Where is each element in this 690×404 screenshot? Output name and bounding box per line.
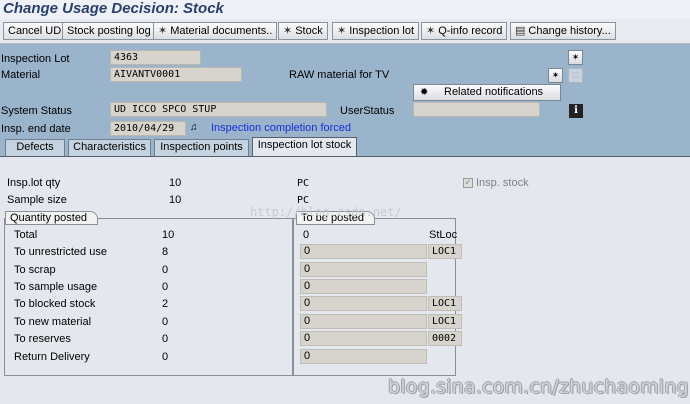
insp-lot-qty-unit: PC xyxy=(297,178,310,189)
watermark: blog.sina.com.cn/zhuchaoming xyxy=(388,376,689,398)
row-stloc-reserves[interactable]: 0002 xyxy=(428,331,462,346)
row-topost-new-material[interactable]: 0 xyxy=(300,314,427,329)
checkmark-icon: ✓ xyxy=(463,178,473,188)
row-label-blocked: To blocked stock xyxy=(14,298,96,310)
inspection-lot-label: Inspection lot xyxy=(349,25,415,37)
application-toolbar: Cancel UD Stock posting log ✶ Material do… xyxy=(0,19,690,44)
related-notifications-button[interactable]: ✹ Related notifications xyxy=(413,84,561,101)
material-label: Material xyxy=(1,69,41,81)
tab-label: Characteristics xyxy=(73,141,146,153)
row-label-scrap: To scrap xyxy=(14,264,56,276)
row-posted-new-material: 0 xyxy=(162,316,169,328)
tab-label: Defects xyxy=(16,141,54,153)
insp-end-date-field: 2010/04/29 xyxy=(110,121,186,136)
bell-icon: ♫ xyxy=(190,122,198,133)
insp-stock-checkbox: ✓ Insp. stock xyxy=(463,177,529,189)
q-info-record-label: Q-info record xyxy=(438,25,503,37)
insp-stock-label: Insp. stock xyxy=(476,177,529,189)
row-label-return-delivery: Return Delivery xyxy=(14,351,90,363)
row-label-total: Total xyxy=(14,229,38,241)
tab-label: Inspection points xyxy=(160,141,243,153)
row-label-sample-usage: To sample usage xyxy=(14,281,98,293)
display-lot-button[interactable]: ✶ xyxy=(568,50,583,65)
row-label-reserves: To reserves xyxy=(14,333,71,345)
row-posted-unrestricted: 8 xyxy=(162,246,169,258)
row-posted-total: 10 xyxy=(162,229,175,241)
watermark-mid: http://blog.csdn.net/ xyxy=(250,205,402,219)
row-topost-unrestricted[interactable]: 0 xyxy=(300,244,427,259)
row-stloc-blocked[interactable]: LOC1 xyxy=(428,296,462,311)
stock-label: Stock xyxy=(295,25,323,37)
glasses-icon: ✶ xyxy=(283,25,293,37)
row-posted-blocked: 2 xyxy=(162,298,169,310)
glasses-icon: ✶ xyxy=(426,25,436,37)
history-icon: ▤ xyxy=(515,25,526,37)
title-bar: Change Usage Decision: Stock xyxy=(0,0,690,19)
material-documents-label: Material documents.. xyxy=(170,25,273,37)
row-topost-scrap[interactable]: 0 xyxy=(300,262,427,277)
row-label-new-material: To new material xyxy=(14,316,92,328)
material-field[interactable]: AIVANTV0001 xyxy=(110,67,242,82)
glasses-icon: ✶ xyxy=(571,52,580,62)
user-status-label: UserStatus xyxy=(340,105,395,117)
system-status-field: UD ICCO SPCO STUP xyxy=(110,102,327,117)
tab-inspection-points[interactable]: Inspection points xyxy=(154,139,249,156)
q-info-record-button[interactable]: ✶ Q-info record xyxy=(421,22,508,40)
change-history-button[interactable]: ▤ Change history... xyxy=(510,22,616,40)
row-topost-reserves[interactable]: 0 xyxy=(300,331,427,346)
row-stloc-new-material[interactable]: LOC1 xyxy=(428,314,462,329)
stock-button[interactable]: ✶ Stock xyxy=(278,22,328,40)
user-status-field xyxy=(413,102,540,117)
insp-lot-qty-value: 10 xyxy=(169,177,182,189)
related-notifications-label: Related notifications xyxy=(444,86,544,98)
system-status-label: System Status xyxy=(1,105,72,117)
display-material-button[interactable]: ✶ xyxy=(548,68,563,83)
material-documents-button[interactable]: ✶ Material documents.. xyxy=(153,22,278,40)
inspection-lot-button[interactable]: ✶ Inspection lot xyxy=(332,22,420,40)
glasses-icon: ✶ xyxy=(551,70,560,80)
sample-size-value: 10 xyxy=(169,194,182,206)
document-icon: □ xyxy=(572,70,579,80)
tab-defects[interactable]: Defects xyxy=(5,139,65,156)
row-label-unrestricted: To unrestricted use xyxy=(14,246,107,258)
insp-end-date-label: Insp. end date xyxy=(1,123,71,135)
glasses-icon: ✶ xyxy=(158,25,168,37)
row-topost-blocked[interactable]: 0 xyxy=(300,296,427,311)
insp-lot-qty-label: Insp.lot qty xyxy=(7,177,61,189)
row-posted-return-delivery: 0 xyxy=(162,351,169,363)
glasses-icon: ✶ xyxy=(337,25,347,37)
info-icon[interactable]: i xyxy=(569,104,583,118)
row-posted-scrap: 0 xyxy=(162,264,169,276)
inspection-lot-label: Inspection Lot xyxy=(1,53,70,65)
row-topost-total: 0 xyxy=(303,229,310,241)
cancel-ud-button[interactable]: Cancel UD xyxy=(3,22,67,40)
material-description: RAW material for TV xyxy=(289,69,390,81)
cancel-ud-label: Cancel UD xyxy=(8,25,62,37)
quantity-posted-title: Quantity posted xyxy=(5,211,99,225)
window-title: Change Usage Decision: Stock xyxy=(3,0,224,17)
sample-size-label: Sample size xyxy=(7,194,67,206)
inspection-lot-field[interactable]: 4363 xyxy=(110,50,201,65)
stock-posting-log-label: Stock posting log xyxy=(67,25,151,37)
material-detail-button: □ xyxy=(568,68,583,83)
stloc-header: StLoc xyxy=(429,229,458,241)
change-history-label: Change history... xyxy=(528,25,611,37)
stock-posting-log-button[interactable]: Stock posting log xyxy=(62,22,156,40)
row-stloc-unrestricted[interactable]: LOC1 xyxy=(428,244,462,259)
tab-characteristics[interactable]: Characteristics xyxy=(68,139,151,156)
tab-label: Inspection lot stock xyxy=(257,139,352,151)
row-posted-reserves: 0 xyxy=(162,333,169,345)
completion-status-text: Inspection completion forced xyxy=(211,122,352,134)
row-topost-return-delivery[interactable]: 0 xyxy=(300,349,427,364)
row-posted-sample-usage: 0 xyxy=(162,281,169,293)
row-topost-sample-usage[interactable]: 0 xyxy=(300,279,427,294)
tab-inspection-lot-stock[interactable]: Inspection lot stock xyxy=(252,137,357,157)
notification-icon: ✹ xyxy=(420,87,429,98)
